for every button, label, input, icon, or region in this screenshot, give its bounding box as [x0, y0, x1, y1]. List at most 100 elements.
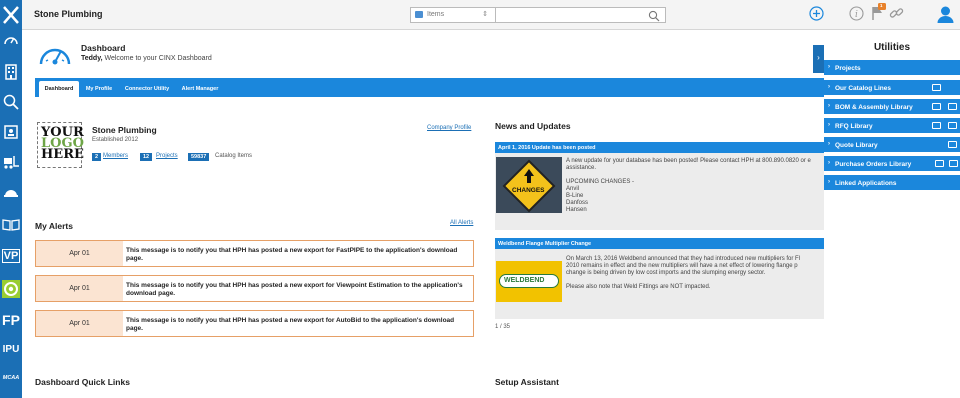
all-alerts-link[interactable]: All Alerts	[450, 220, 473, 226]
catalog-count-badge: 59837	[188, 153, 210, 161]
search-input[interactable]	[496, 7, 666, 23]
flag-notifications-icon[interactable]	[871, 3, 887, 26]
library-icon[interactable]	[932, 122, 941, 129]
page-title: Dashboard	[81, 43, 126, 53]
dashboard-tabs: Dashboard My Profile Connector Utility A…	[35, 78, 824, 97]
alert-message: This message is to notify you that HPH h…	[126, 282, 463, 297]
alert-item[interactable]: Apr 01 This message is to notify you tha…	[35, 240, 474, 267]
chevron-right-icon: ›	[828, 160, 830, 166]
alert-item[interactable]: Apr 01 This message is to notify you tha…	[35, 310, 474, 337]
user-avatar-icon[interactable]	[937, 5, 954, 29]
members-count-badge: 2	[92, 153, 102, 161]
select-arrows-icon: ⇕	[482, 11, 488, 18]
utility-projects[interactable]: › Projects	[824, 60, 960, 76]
tab-connector-utility[interactable]: Connector Utility	[121, 81, 173, 97]
mcaa-label: MCAA	[2, 375, 20, 381]
ipu-label: IPU	[2, 343, 20, 355]
news-pager: 1 / 35	[495, 324, 511, 330]
tab-alert-manager[interactable]: Alert Manager	[179, 81, 221, 97]
target-app-icon[interactable]	[0, 278, 22, 300]
folder-icon[interactable]	[949, 160, 958, 167]
utility-quote-library[interactable]: › Quote Library	[824, 137, 960, 153]
fp-app-icon[interactable]: FP	[0, 310, 22, 330]
company-established: Established 2012	[92, 137, 139, 143]
weldbend-logo-image: WELDBEND	[496, 261, 562, 302]
hardhat-icon[interactable]	[0, 182, 22, 202]
top-bar: Stone Plumbing Items ⇕ i 1	[22, 0, 960, 30]
search-type-value: Items	[427, 11, 445, 18]
tab-my-profile[interactable]: My Profile	[83, 81, 115, 97]
utility-linked-applications[interactable]: › Linked Applications	[824, 175, 960, 191]
weldbend-logo-text: WELDBEND	[504, 277, 545, 284]
utility-label: Quote Library	[835, 142, 878, 149]
chevron-right-icon: ›	[828, 103, 830, 109]
library-icon[interactable]	[932, 103, 941, 110]
search-type-select[interactable]: Items ⇕	[410, 7, 496, 23]
utility-bom-assembly-library[interactable]: › BOM & Assembly Library	[824, 99, 960, 115]
chevron-right-icon: ›	[828, 141, 830, 147]
welcome-message: Teddy, Welcome to your CINX Dashboard	[81, 55, 212, 62]
utility-our-catalog-lines[interactable]: › Our Catalog Lines	[824, 80, 960, 96]
company-profile-link[interactable]: Company Profile	[427, 125, 471, 131]
left-icon-sidebar: VP FP IPU MCAA	[0, 0, 22, 398]
alerts-title: My Alerts	[35, 221, 73, 231]
folder-icon[interactable]	[948, 141, 957, 148]
welcome-text: Welcome to your CINX Dashboard	[102, 55, 212, 62]
utility-label: Our Catalog Lines	[835, 85, 891, 92]
chevron-right-icon: ›	[828, 84, 830, 90]
mcaa-app-icon[interactable]: MCAA	[0, 370, 22, 386]
dashboard-gauge-icon	[38, 42, 72, 71]
company-name: Stone Plumbing	[92, 125, 157, 135]
company-brand: Stone Plumbing	[34, 9, 103, 19]
news-headline[interactable]: April 1, 2016 Update has been posted	[495, 142, 824, 153]
fp-label: FP	[2, 312, 20, 328]
tab-dashboard[interactable]: Dashboard	[39, 81, 79, 97]
changes-sign-image: CHANGES	[496, 157, 562, 213]
vp-label: VP	[1, 249, 21, 263]
speedometer-icon[interactable]	[0, 30, 22, 48]
alert-date: Apr 01	[36, 311, 123, 336]
utility-label: RFQ Library	[835, 123, 873, 130]
alert-item[interactable]: Apr 01 This message is to notify you tha…	[35, 275, 474, 302]
news-text: A new update for your database has been …	[566, 158, 811, 213]
search-icon[interactable]	[648, 9, 660, 27]
utility-label: Linked Applications	[835, 180, 897, 187]
setup-assistant-title: Setup Assistant	[495, 377, 559, 387]
search-icon[interactable]	[0, 92, 22, 112]
folder-icon[interactable]	[948, 122, 957, 129]
building-icon[interactable]	[0, 62, 22, 82]
projects-link[interactable]: Projects	[156, 153, 178, 159]
projects-count-badge: 12	[140, 153, 153, 161]
folder-icon[interactable]	[948, 103, 957, 110]
news-headline[interactable]: Weldbend Flange Multiplier Change	[495, 238, 824, 249]
close-x-icon[interactable]	[0, 2, 22, 28]
items-icon	[415, 11, 423, 18]
add-icon[interactable]	[809, 6, 824, 26]
utility-label: BOM & Assembly Library	[835, 104, 913, 111]
company-logo: YOUR LOGO HERE	[37, 122, 84, 168]
utility-purchase-orders-library[interactable]: › Purchase Orders Library	[824, 156, 960, 172]
vp-app-icon[interactable]: VP	[0, 246, 22, 266]
utilities-toggle-button[interactable]: ›	[813, 45, 824, 73]
info-icon[interactable]: i	[849, 6, 864, 26]
news-item: CHANGES A new update for your database h…	[495, 153, 824, 230]
dashboard-panel: Dashboard Teddy, Welcome to your CINX Da…	[22, 30, 824, 398]
forklift-icon[interactable]	[0, 152, 22, 172]
library-icon[interactable]	[935, 160, 944, 167]
utility-rfq-library[interactable]: › RFQ Library	[824, 118, 960, 134]
contact-card-icon[interactable]	[0, 122, 22, 142]
ipu-app-icon[interactable]: IPU	[0, 340, 22, 358]
catalog-items-label: Catalog Items	[215, 153, 253, 159]
members-link[interactable]: Members	[103, 153, 128, 159]
chevron-right-icon: ›	[828, 179, 830, 185]
user-name: Teddy,	[81, 55, 103, 62]
catalog-icon[interactable]	[932, 84, 941, 91]
open-book-icon[interactable]	[0, 215, 22, 235]
news-text: On March 13, 2016 Weldbend announced tha…	[566, 256, 801, 290]
utilities-title: Utilities	[873, 42, 911, 53]
alert-date: Apr 01	[36, 276, 123, 301]
quick-links-title: Dashboard Quick Links	[35, 377, 130, 387]
utility-label: Purchase Orders Library	[835, 161, 912, 168]
link-icon[interactable]	[889, 6, 904, 26]
alert-message: This message is to notify you that HPH h…	[126, 247, 458, 262]
